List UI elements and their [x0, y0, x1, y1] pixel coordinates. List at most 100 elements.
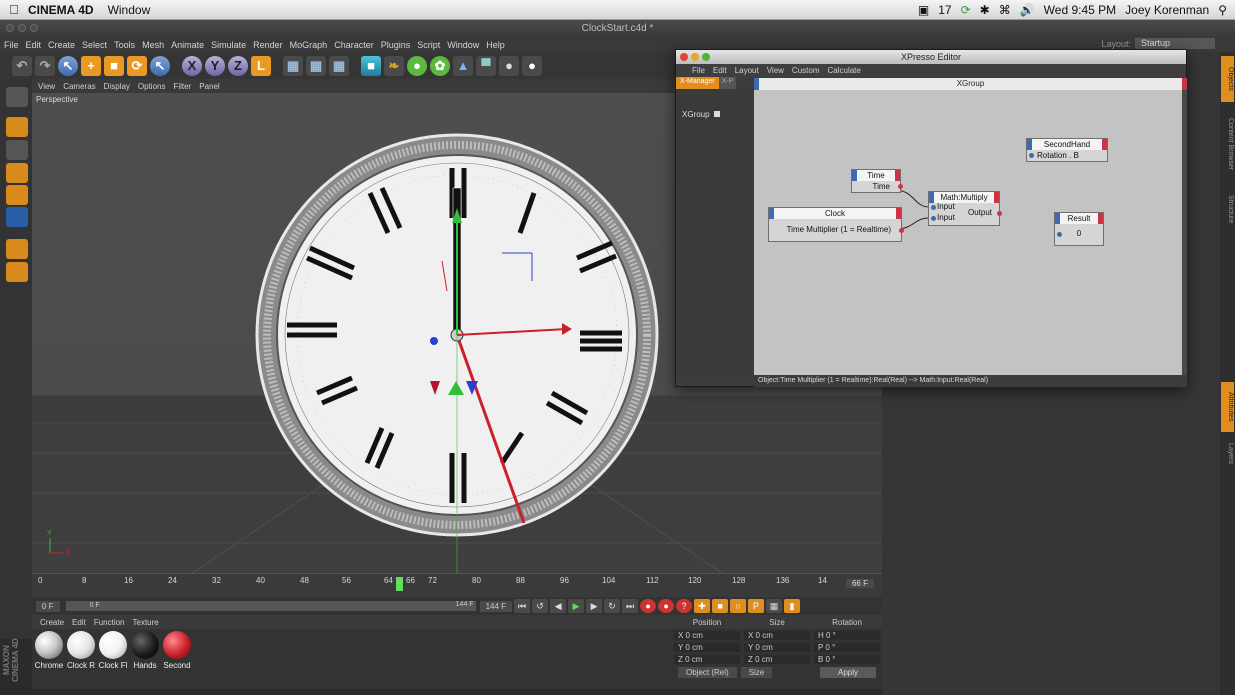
clock-model[interactable] — [255, 133, 659, 573]
render-picture-viewer-icon[interactable]: ▦ — [306, 55, 326, 76]
end-frame-field[interactable]: 144 F — [479, 600, 513, 612]
layout-selector[interactable]: Layout: Startup — [1101, 38, 1215, 49]
size-z-field[interactable]: Z 0 cm — [744, 655, 810, 664]
menu-tools[interactable]: Tools — [114, 40, 135, 50]
menu-select[interactable]: Select — [82, 40, 107, 50]
xgroup-tree-item[interactable]: XGroup — [682, 110, 720, 119]
xpresso-menu-calculate[interactable]: Calculate — [827, 66, 860, 75]
output-port-icon[interactable] — [997, 211, 1002, 216]
math-multiply-node[interactable]: Math:Multiply Input Input Output — [928, 191, 1002, 226]
screen-icon[interactable]: ▣ — [918, 3, 929, 17]
menu-script[interactable]: Script — [417, 40, 440, 50]
render-view-icon[interactable]: ▦ — [283, 55, 303, 76]
edges-mode-icon[interactable] — [6, 185, 28, 205]
secondhand-input-port[interactable]: Rotation . B — [1027, 150, 1107, 161]
coord-mode-dropdown[interactable]: Object (Rel) — [678, 667, 737, 678]
material-chrome[interactable]: Chrome — [34, 631, 64, 670]
wifi-icon[interactable]: ⌘ — [999, 3, 1011, 17]
tab-structure[interactable]: Structure — [1221, 186, 1234, 232]
current-frame-field[interactable]: 66 F — [845, 579, 874, 588]
start-frame-field[interactable]: 0 F — [36, 600, 60, 612]
scale-key-icon[interactable]: ■ — [712, 599, 729, 613]
rotation-h-field[interactable]: H 0 ° — [814, 631, 880, 640]
xpresso-titlebar[interactable]: XPresso Editor — [676, 50, 1186, 64]
tab-objects[interactable]: Objects — [1221, 56, 1234, 102]
x-axis-lock-icon[interactable]: X — [182, 55, 202, 76]
clock-text[interactable]: Wed 9:45 PM — [1044, 3, 1116, 17]
undo-icon[interactable]: ↶ — [12, 55, 32, 76]
rotation-key-icon[interactable]: ○ — [730, 599, 747, 613]
menu-help[interactable]: Help — [486, 40, 505, 50]
material-menu-edit[interactable]: Edit — [72, 618, 86, 627]
tab-layers[interactable]: Layers — [1221, 436, 1234, 472]
xpresso-menu-custom[interactable]: Custom — [792, 66, 820, 75]
deformer-icon[interactable]: ▲ — [453, 55, 473, 76]
menu-window[interactable]: Window — [447, 40, 479, 50]
play-icon[interactable]: ▶ — [568, 599, 585, 613]
zoom-window-icon[interactable] — [30, 24, 38, 32]
output-port-icon[interactable] — [898, 184, 903, 189]
apply-button[interactable]: Apply — [819, 667, 876, 678]
menu-simulate[interactable]: Simulate — [211, 40, 246, 50]
pla-key-icon[interactable]: ▦ — [766, 599, 783, 613]
viewport-menu-panel[interactable]: Panel — [199, 82, 219, 91]
material-menu-texture[interactable]: Texture — [133, 618, 159, 627]
previous-key-icon[interactable]: ↺ — [532, 599, 549, 613]
input-port-icon[interactable] — [931, 216, 936, 221]
z-axis-lock-icon[interactable]: Z — [228, 55, 248, 76]
sync-icon[interactable]: ⟳ — [961, 3, 971, 17]
next-frame-icon[interactable]: ▶ — [586, 599, 603, 613]
tab-x-pool[interactable]: X-P — [718, 77, 737, 89]
graph-scrollbar[interactable] — [1182, 90, 1187, 375]
recent-tool-icon[interactable]: ↖ — [150, 55, 170, 76]
subdivision-surface-icon[interactable]: ● — [407, 55, 427, 76]
move-tool-icon[interactable]: + — [81, 55, 101, 76]
material-second[interactable]: Second — [162, 631, 192, 670]
next-key-icon[interactable]: ↻ — [604, 599, 621, 613]
z-axis-handle[interactable] — [430, 337, 438, 345]
timeline-ruler[interactable]: 0 8 16 24 32 40 48 56 64 66 72 80 88 96 … — [32, 573, 882, 597]
close-window-icon[interactable] — [6, 24, 14, 32]
live-selection-icon[interactable]: ↖ — [58, 55, 78, 76]
cloner-icon[interactable]: ✿ — [430, 55, 450, 76]
menu-create[interactable]: Create — [48, 40, 75, 50]
position-x-field[interactable]: X 0 cm — [674, 631, 740, 640]
record-active-icon[interactable]: ● — [640, 599, 657, 613]
menu-render[interactable]: Render — [253, 40, 283, 50]
xpresso-minimize-icon[interactable] — [691, 53, 699, 61]
xpresso-close-icon[interactable] — [680, 53, 688, 61]
size-mode-dropdown[interactable]: Size — [740, 667, 773, 678]
autokey-icon[interactable]: ● — [658, 599, 675, 613]
spotlight-icon[interactable]: ⚲ — [1218, 3, 1227, 17]
app-menu[interactable]: CINEMA 4D — [28, 3, 94, 17]
menu-mesh[interactable]: Mesh — [142, 40, 164, 50]
rotation-b-field[interactable]: B 0 ° — [814, 655, 880, 664]
time-node-output-port[interactable]: Time — [852, 181, 903, 192]
menu-plugins[interactable]: Plugins — [381, 40, 411, 50]
time-node[interactable]: Time Time — [851, 169, 903, 193]
xpresso-zoom-icon[interactable] — [702, 53, 710, 61]
position-y-field[interactable]: Y 0 cm — [674, 643, 740, 652]
xpresso-menu-layout[interactable]: Layout — [735, 66, 759, 75]
preview-range-slider[interactable]: 0 F 144 F — [65, 601, 476, 611]
scheme-icon[interactable]: ▮ — [784, 599, 801, 613]
light-icon[interactable]: ● — [522, 55, 542, 76]
axis-mode-icon[interactable] — [6, 239, 28, 259]
position-key-icon[interactable]: ✚ — [694, 599, 711, 613]
menu-mograph[interactable]: MoGraph — [290, 40, 328, 50]
render-settings-icon[interactable]: ▦ — [329, 55, 349, 76]
graph-title-bar[interactable]: XGroup — [754, 78, 1187, 90]
spline-pen-icon[interactable]: ❧ — [384, 55, 404, 76]
result-node[interactable]: Result 0 — [1054, 212, 1104, 246]
menu-character[interactable]: Character — [334, 40, 374, 50]
result-input-port[interactable]: 0 — [1055, 224, 1103, 246]
output-port-icon[interactable] — [899, 228, 904, 233]
menu-file[interactable]: File — [4, 40, 19, 50]
notification-count[interactable]: 17 — [938, 3, 951, 17]
xpresso-editor-window[interactable]: XPresso Editor File Edit Layout View Cus… — [675, 49, 1187, 387]
viewport-menu-options[interactable]: Options — [138, 82, 166, 91]
xpresso-menu-view[interactable]: View — [767, 66, 784, 75]
go-to-end-icon[interactable]: ⏭ — [622, 599, 639, 613]
polygons-mode-icon[interactable] — [6, 207, 28, 227]
user-name[interactable]: Joey Korenman — [1125, 3, 1209, 17]
